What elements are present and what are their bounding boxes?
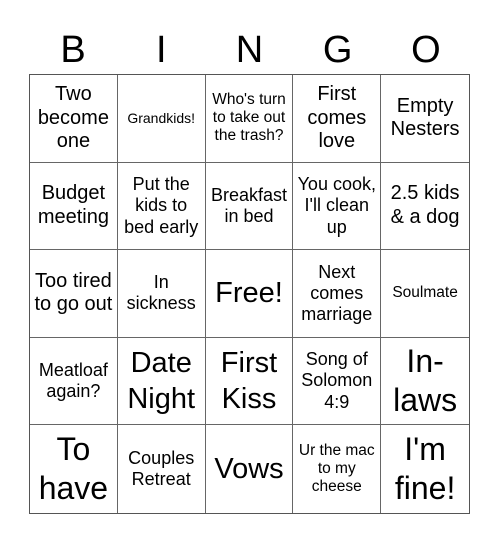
bingo-cell[interactable]: Soulmate (381, 250, 469, 338)
bingo-cell[interactable]: Vows (206, 425, 294, 513)
bingo-cell[interactable]: In sickness (117, 250, 206, 338)
header-letter-g: G (322, 29, 353, 71)
bingo-cell[interactable]: I'm fine! (381, 425, 469, 513)
bingo-cell[interactable]: First comes love (293, 75, 382, 163)
free-space-cell[interactable]: Free! (205, 250, 294, 338)
bingo-cell[interactable]: Grandkids! (117, 75, 206, 163)
bingo-cell[interactable]: Next comes marriage (293, 250, 382, 338)
header-letter-b: B (60, 29, 86, 71)
bingo-cell[interactable]: To have (30, 425, 118, 513)
bingo-cell[interactable]: Date Night (117, 337, 206, 426)
header-letter-n: N (235, 29, 264, 71)
bingo-cell[interactable]: Ur the mac to my cheese (293, 425, 382, 513)
bingo-header: B I N G O (29, 26, 470, 74)
bingo-grid: Two become one Grandkids! Who's turn to ta… (29, 74, 470, 514)
bingo-cell[interactable]: Breakfast in bed (205, 162, 294, 251)
header-letter-i: I (156, 29, 167, 71)
bingo-cell[interactable]: Budget meeting (30, 162, 118, 251)
bingo-cell[interactable]: Put the kids to bed early (117, 162, 206, 251)
bingo-cell[interactable]: Too tired to go out (30, 250, 118, 338)
bingo-cell[interactable]: First Kiss (205, 337, 294, 426)
bingo-cell[interactable]: Who's turn to take out the trash? (205, 75, 294, 163)
bingo-cell[interactable]: 2.5 kids & a dog (381, 163, 469, 251)
bingo-cell[interactable]: You cook, I'll clean up (293, 162, 382, 251)
bingo-cell[interactable]: Empty Nesters (381, 75, 469, 163)
header-letter-o: O (411, 29, 441, 71)
bingo-cell[interactable]: Meatloaf again? (30, 337, 118, 426)
bingo-cell[interactable]: Song of Solomon 4:9 (293, 337, 382, 426)
bingo-cell[interactable]: Couples Retreat (118, 425, 206, 513)
bingo-cell[interactable]: Two become one (30, 75, 118, 163)
bingo-cell[interactable]: In-laws (381, 338, 469, 426)
